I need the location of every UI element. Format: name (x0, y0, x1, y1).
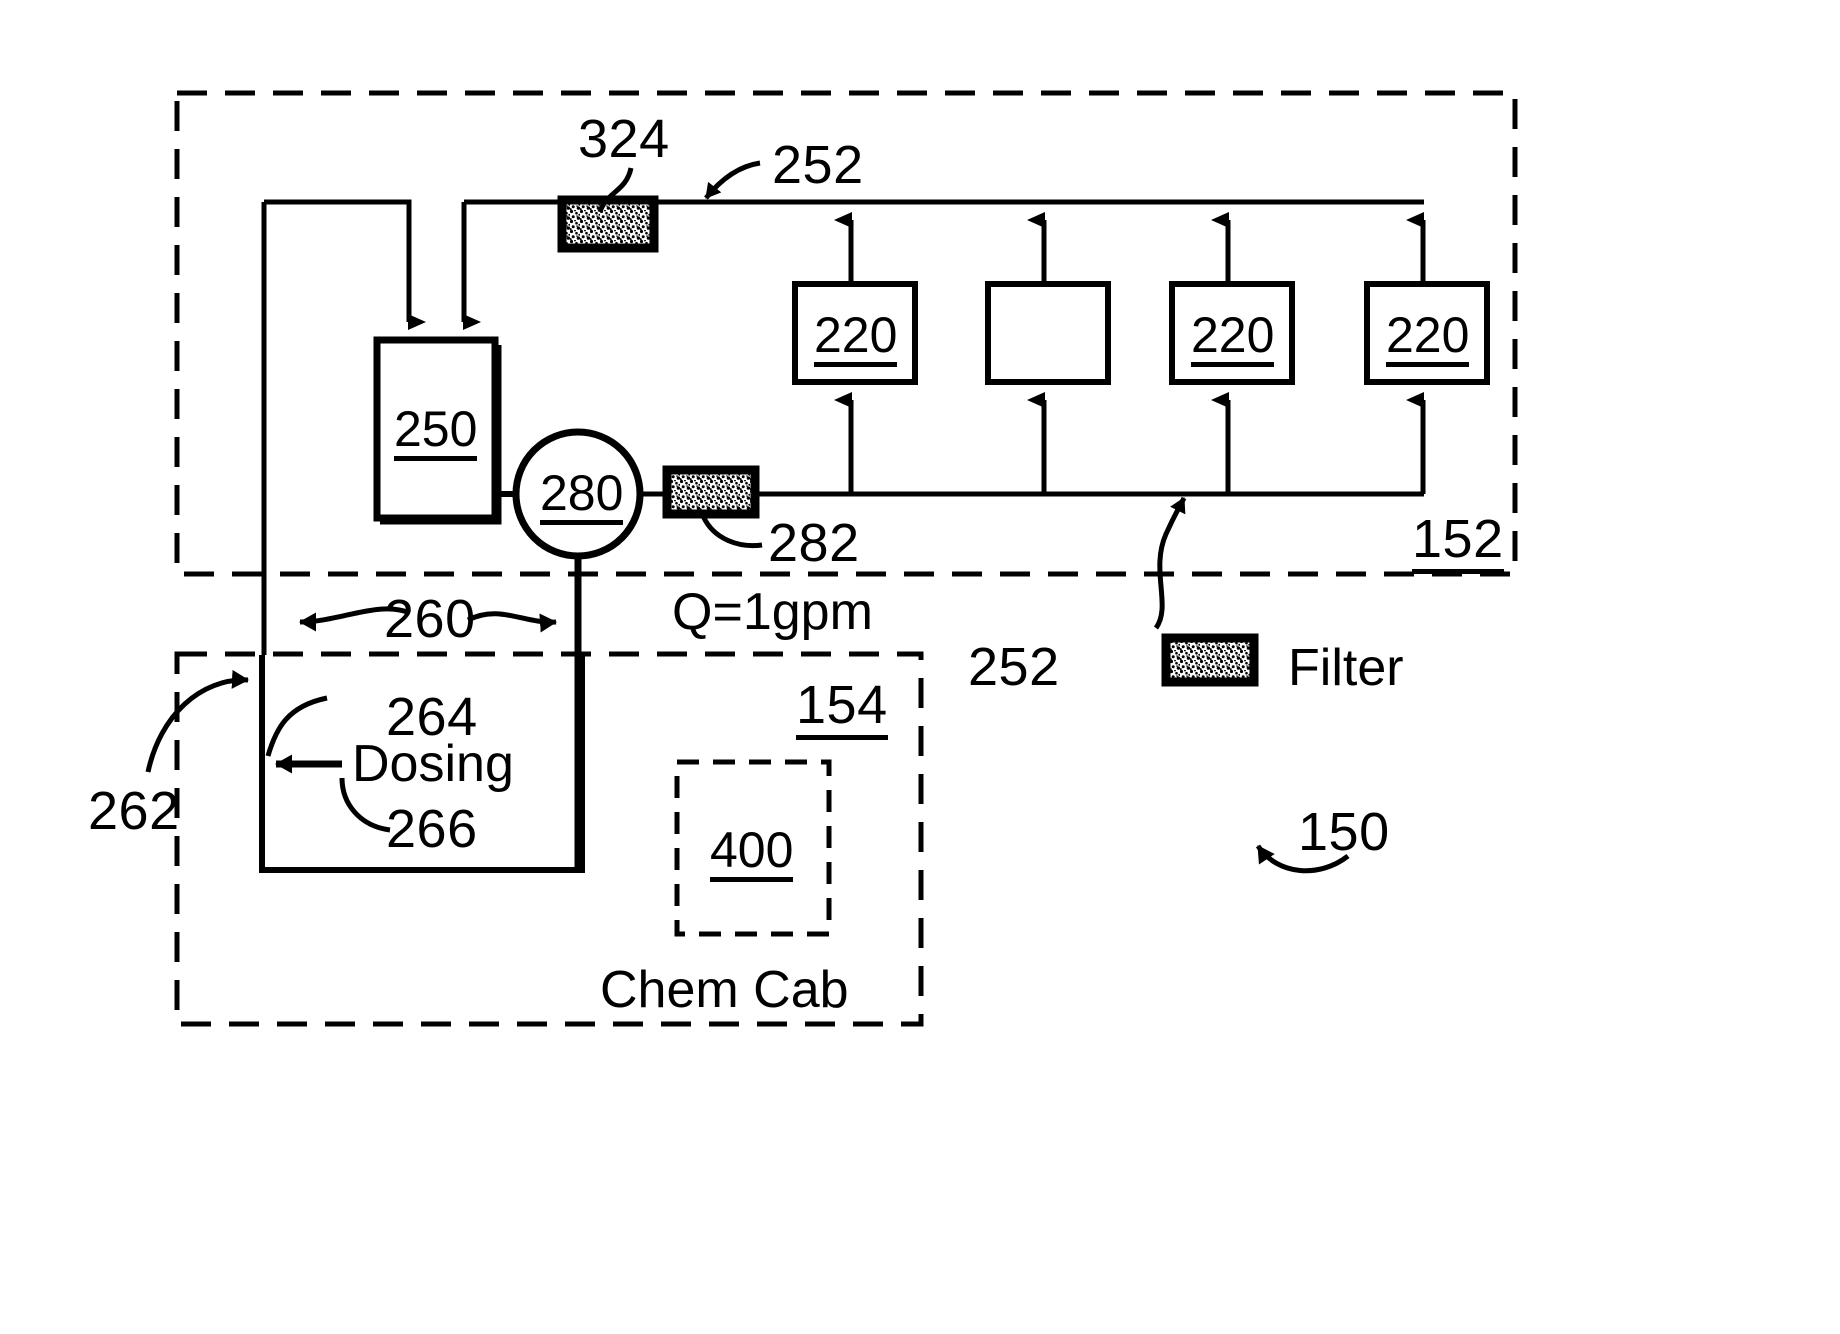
ref-label-252-top: 252 (772, 135, 864, 195)
ref-label-280: 280 (540, 468, 624, 525)
flow-rate-label: Q=1gpm (672, 583, 873, 641)
unit-blank-b (985, 281, 1111, 385)
ref-label-220-a: 220 (814, 310, 898, 367)
leader-262 (145, 669, 249, 773)
ref-label-152: 152 (1412, 512, 1504, 574)
pipe-recirculation-left (264, 199, 426, 330)
patent-figure-page: 324 252 250 280 282 220 220 220 152 260 … (0, 0, 1840, 1334)
leader-252-top (704, 160, 761, 200)
ref-label-220-c: 220 (1191, 310, 1275, 367)
ref-label-400: 400 (710, 825, 794, 882)
leader-260-right (466, 611, 557, 633)
filter-282 (662, 465, 760, 519)
ref-label-266: 266 (386, 799, 478, 859)
ref-label-250: 250 (394, 404, 478, 461)
ref-label-154: 154 (796, 678, 888, 740)
ref-label-260: 260 (384, 589, 476, 649)
ref-label-150: 150 (1298, 802, 1390, 862)
leader-264 (265, 695, 328, 757)
filter-324 (557, 195, 659, 253)
chem-cab-label: Chem Cab (600, 961, 849, 1019)
legend-filter-label: Filter (1288, 639, 1404, 697)
dosing-label: Dosing (352, 735, 514, 793)
ref-label-324: 324 (578, 109, 670, 169)
legend-filter-swatch (1161, 633, 1259, 687)
figure-canvas (145, 90, 1518, 1027)
leader-282 (700, 514, 763, 549)
leader-252-mid (1153, 496, 1187, 630)
ref-label-262: 262 (88, 781, 180, 841)
ref-label-282: 282 (768, 513, 860, 573)
ref-label-220-d: 220 (1386, 310, 1470, 367)
ref-label-252-mid: 252 (968, 637, 1060, 697)
